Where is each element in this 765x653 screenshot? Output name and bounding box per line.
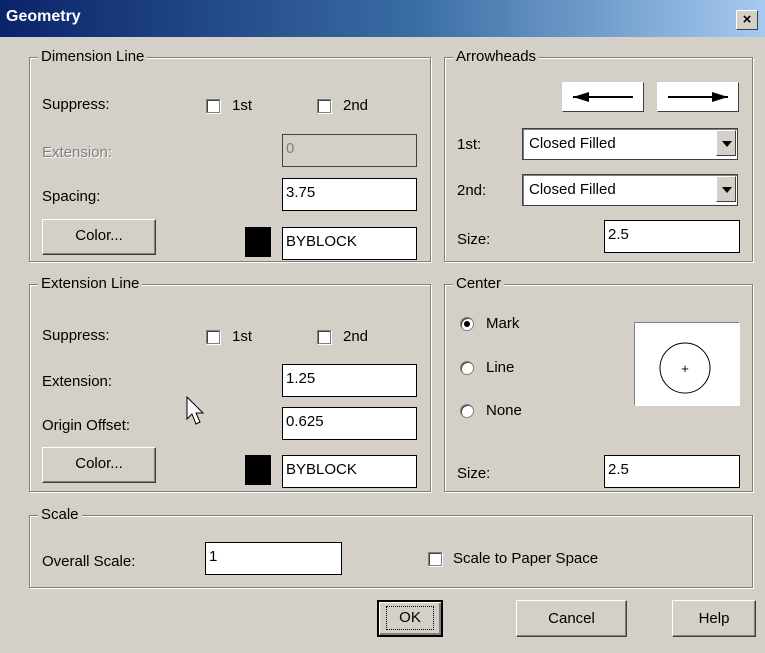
ext-extension-field[interactable]: 1.25 xyxy=(282,364,417,397)
center-size-label: Size: xyxy=(457,465,491,482)
ext-suppress-1st-checkbox[interactable] xyxy=(206,330,220,344)
arrow-size-field[interactable]: 2.5 xyxy=(604,220,740,253)
paper-space-checkbox[interactable] xyxy=(428,552,442,566)
window-title: Geometry xyxy=(6,8,81,25)
center-none-radio[interactable] xyxy=(460,404,474,418)
arrowheads-legend: Arrowheads xyxy=(453,48,540,66)
ext-origin-label: Origin Offset: xyxy=(42,417,131,434)
ext-color-button[interactable]: Color... xyxy=(42,447,156,483)
right-arrow-icon xyxy=(668,92,728,102)
ok-button-label: OK xyxy=(386,606,434,630)
center-mark-preview-icon: + xyxy=(659,342,711,394)
ext-color-swatch xyxy=(245,455,271,485)
ext-suppress-label: Suppress: xyxy=(42,327,110,344)
dim-suppress-1st-label[interactable]: 1st xyxy=(232,97,252,115)
arrow-2nd-select[interactable]: Closed Filled xyxy=(522,174,738,206)
dim-extension-label: Extension: xyxy=(42,144,113,161)
dim-suppress-1st-checkbox[interactable] xyxy=(206,99,220,113)
arrow-1st-label: 1st: xyxy=(457,136,482,153)
title-bar xyxy=(0,0,765,37)
ext-color-field[interactable]: BYBLOCK xyxy=(282,455,417,488)
arrow-size-label: Size: xyxy=(457,231,491,248)
arrow-1st-select[interactable]: Closed Filled xyxy=(522,128,738,160)
mouse-cursor-icon xyxy=(186,396,205,425)
arrow-2nd-value: Closed Filled xyxy=(529,181,616,198)
ext-suppress-2nd-checkbox[interactable] xyxy=(317,330,331,344)
dim-suppress-2nd-checkbox[interactable] xyxy=(317,99,331,113)
center-line-label[interactable]: Line xyxy=(486,359,514,377)
dim-suppress-2nd-label[interactable]: 2nd xyxy=(343,97,368,115)
left-arrow-icon xyxy=(573,92,633,102)
arrow-1st-preview xyxy=(562,82,644,112)
center-line-radio[interactable] xyxy=(460,361,474,375)
center-preview: + xyxy=(634,322,740,406)
help-button[interactable]: Help xyxy=(672,600,756,637)
scale-legend: Scale xyxy=(38,506,82,524)
dim-suppress-label: Suppress: xyxy=(42,96,110,113)
ext-extension-label: Extension: xyxy=(42,373,113,390)
dim-color-swatch xyxy=(245,227,271,257)
extension-line-legend: Extension Line xyxy=(38,275,143,293)
dim-color-button[interactable]: Color... xyxy=(42,219,156,255)
dimension-line-legend: Dimension Line xyxy=(38,48,148,66)
paper-space-label[interactable]: Scale to Paper Space xyxy=(453,550,598,568)
dim-extension-field[interactable]: 0 xyxy=(282,134,417,167)
dim-spacing-field[interactable]: 3.75 xyxy=(282,178,417,211)
ext-suppress-2nd-label[interactable]: 2nd xyxy=(343,328,368,346)
chevron-down-icon[interactable] xyxy=(716,176,736,202)
cancel-button[interactable]: Cancel xyxy=(516,600,627,637)
ok-button[interactable]: OK xyxy=(377,600,443,637)
dim-color-field[interactable]: BYBLOCK xyxy=(282,227,417,260)
center-mark-symbol: + xyxy=(681,361,689,376)
ext-suppress-1st-label[interactable]: 1st xyxy=(232,328,252,346)
dim-spacing-label: Spacing: xyxy=(42,188,101,205)
center-mark-radio[interactable] xyxy=(460,317,474,331)
scale-group: Scale xyxy=(29,506,753,588)
overall-scale-field[interactable]: 1 xyxy=(205,542,342,575)
overall-scale-label: Overall Scale: xyxy=(42,553,136,570)
close-button[interactable]: × xyxy=(736,10,758,30)
arrow-2nd-preview xyxy=(657,82,739,112)
center-size-field[interactable]: 2.5 xyxy=(604,455,740,488)
arrow-2nd-label: 2nd: xyxy=(457,182,487,199)
center-none-label[interactable]: None xyxy=(486,402,522,420)
center-legend: Center xyxy=(453,275,505,293)
ext-origin-field[interactable]: 0.625 xyxy=(282,407,417,440)
chevron-down-icon[interactable] xyxy=(716,130,736,156)
center-mark-label[interactable]: Mark xyxy=(486,315,519,333)
arrow-1st-value: Closed Filled xyxy=(529,135,616,152)
